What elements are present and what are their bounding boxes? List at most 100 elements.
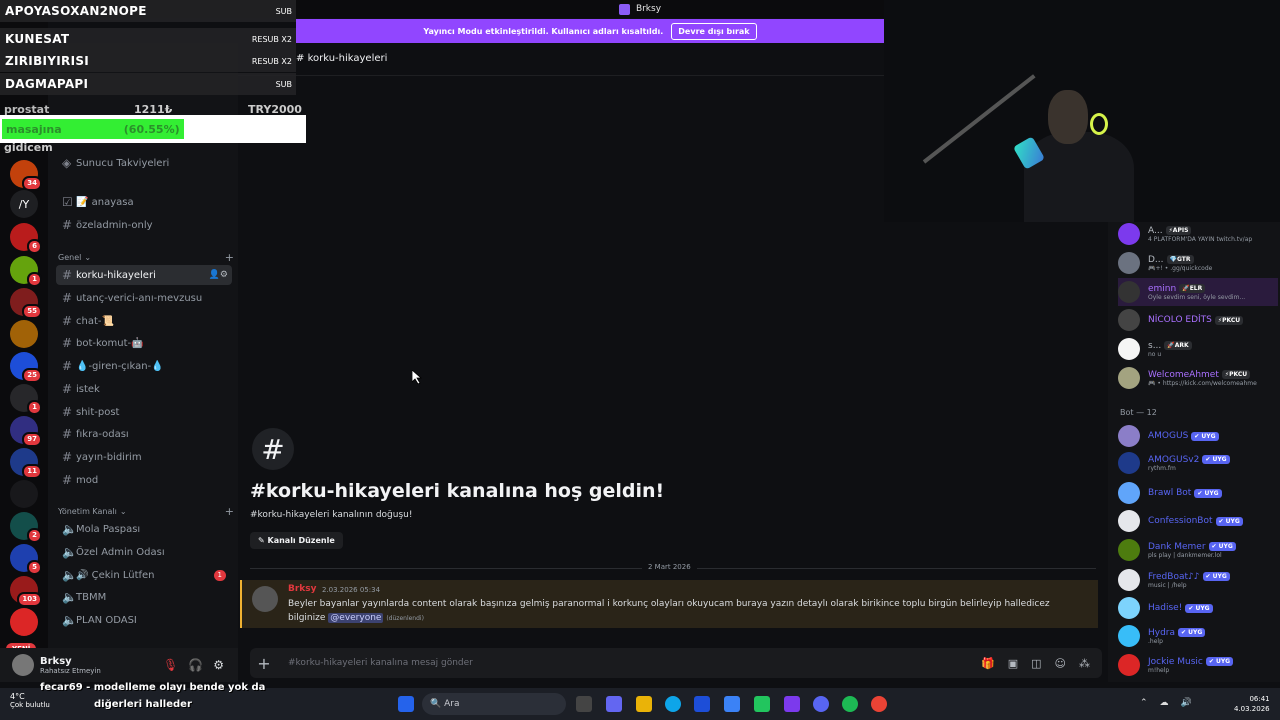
server-icon[interactable] bbox=[10, 320, 38, 348]
category-yonetim[interactable]: Yönetim Kanalı ⌄ + bbox=[58, 505, 234, 518]
server-icon[interactable]: 97 bbox=[10, 416, 42, 447]
headphones-muted-icon[interactable]: 🎧 bbox=[188, 658, 203, 672]
emoji-icon[interactable]: ☺ bbox=[1055, 657, 1066, 670]
avatar[interactable] bbox=[252, 586, 278, 612]
voice-channel[interactable]: 🔈 TBMM bbox=[56, 587, 232, 607]
channel-item[interactable]: # shit-post bbox=[56, 402, 232, 422]
username: Brksy bbox=[40, 655, 72, 667]
sidebar-item-boosts[interactable]: ◈ Sunucu Takviyeleri bbox=[56, 153, 232, 173]
member-item[interactable]: D... 💎GTR 🎮+! • .gg/quickcode bbox=[1118, 249, 1212, 277]
channel-item[interactable]: # chat-📜 bbox=[56, 311, 232, 331]
voice-channel[interactable]: 🔈 🔊 Çekin Lütfen 1 bbox=[56, 565, 232, 585]
mention-badge: 6 bbox=[27, 239, 42, 254]
invite-settings-icons[interactable]: 👤⚙ bbox=[209, 270, 232, 280]
member-item[interactable]: Jockie Music ✔ UYG m!help bbox=[1118, 651, 1234, 679]
member-item[interactable]: s... 🚀ARK no u bbox=[1118, 335, 1192, 363]
server-icon[interactable] bbox=[10, 608, 38, 636]
app-icon[interactable] bbox=[784, 696, 800, 712]
channel-korku-hikayeleri[interactable]: # korku-hikayeleri 👤⚙ bbox=[56, 265, 232, 285]
apps-icon[interactable]: ⁂ bbox=[1079, 657, 1090, 670]
category-genel[interactable]: Genel ⌄ + bbox=[58, 251, 234, 264]
voice-channel[interactable]: 🔈 Özel Admin Odası bbox=[56, 542, 232, 562]
member-item[interactable]: Hydra ✔ UYG .help bbox=[1118, 622, 1206, 650]
channel-item[interactable]: # 💧-giren-çıkan-💧 bbox=[56, 356, 232, 376]
member-item[interactable]: eminn 🚀ELR Öyle sevdim seni, öyle sevdim..… bbox=[1118, 278, 1278, 306]
server-icon[interactable]: /Y bbox=[10, 190, 38, 218]
server-icon[interactable]: 55 bbox=[10, 288, 42, 319]
discord-icon[interactable] bbox=[813, 696, 829, 712]
disable-streamer-mode-button[interactable]: Devre dışı bırak bbox=[671, 22, 757, 40]
member-name: Brawl Bot bbox=[1148, 488, 1192, 498]
spotify-icon[interactable] bbox=[842, 696, 858, 712]
server-icon[interactable]: 1 bbox=[10, 256, 42, 287]
chevron-up-icon[interactable]: ⌃ bbox=[1140, 698, 1148, 708]
gift-icon[interactable]: 🎁 bbox=[981, 657, 995, 670]
add-attachment-icon[interactable]: + bbox=[250, 654, 278, 673]
member-item[interactable]: NİCOLO EDİTS ⚡PKCU bbox=[1118, 306, 1244, 334]
sticker-icon[interactable]: ◫ bbox=[1031, 657, 1041, 670]
weather-widget[interactable]: 4°C Çok bulutlu bbox=[10, 692, 50, 709]
server-icon[interactable] bbox=[10, 480, 38, 508]
channel-label: 💧-giren-çıkan-💧 bbox=[76, 360, 164, 372]
network-icon[interactable]: ☁ bbox=[1160, 698, 1169, 708]
hash-icon: # bbox=[62, 268, 73, 282]
member-name: NİCOLO EDİTS bbox=[1148, 315, 1212, 325]
app-icon[interactable] bbox=[754, 696, 770, 712]
channel-ozeladmin[interactable]: # özeladmin-only bbox=[56, 215, 232, 235]
message-input[interactable]: #korku-hikayeleri kanalına mesaj gönder bbox=[288, 658, 473, 668]
message-composer[interactable]: + #korku-hikayeleri kanalına mesaj gönde… bbox=[250, 648, 1102, 678]
message-item[interactable]: Brksy 2.03.2026 05:34 Beyler bayanlar ya… bbox=[240, 580, 1098, 628]
member-item[interactable]: Dank Memer ✔ UYG pls play | dankmemer.lol bbox=[1118, 536, 1236, 564]
member-item[interactable]: A... ⚡APIS 4 PLATFORM'DA YAYIN twitch.tv/a… bbox=[1118, 220, 1252, 248]
channel-item[interactable]: # mod bbox=[56, 470, 232, 490]
gear-icon[interactable]: ⚙ bbox=[213, 658, 224, 672]
server-icon[interactable]: 25 bbox=[10, 352, 42, 383]
volume-icon[interactable]: 🔊 bbox=[1181, 698, 1192, 708]
member-item[interactable]: ConfessionBot ✔ UYG bbox=[1118, 507, 1243, 535]
gif-icon[interactable]: ▣ bbox=[1008, 657, 1018, 670]
server-icon[interactable]: 34 bbox=[10, 160, 42, 191]
member-item[interactable]: AMOGUSv2 ✔ UYG rythm.fm bbox=[1118, 449, 1230, 477]
taskbar-search[interactable]: 🔍 Ara bbox=[422, 693, 566, 715]
chrome-icon[interactable] bbox=[871, 696, 887, 712]
voice-channel[interactable]: 🔈 Mola Paspası bbox=[56, 519, 232, 539]
channel-item[interactable]: # utanç-verici-anı-mevzusu bbox=[56, 288, 232, 308]
welcome-subtitle: #korku-hikayeleri kanalının doğuşu! bbox=[250, 510, 413, 520]
channel-item[interactable]: # istek bbox=[56, 379, 232, 399]
edit-channel-button[interactable]: ✎ Kanalı Düzenle bbox=[250, 532, 343, 549]
channel-item[interactable]: # bot-komut-🤖 bbox=[56, 333, 232, 353]
clock[interactable]: 06:41 4.03.2026 bbox=[1234, 694, 1270, 714]
windows-start-icon[interactable] bbox=[398, 696, 414, 712]
store-icon[interactable] bbox=[694, 696, 710, 712]
voice-channel[interactable]: 🔈 PLAN ODASI bbox=[56, 610, 232, 630]
server-icon[interactable]: 1 bbox=[10, 384, 42, 415]
mail-icon[interactable] bbox=[724, 696, 740, 712]
server-icon[interactable]: 5 bbox=[10, 544, 42, 575]
member-item[interactable]: Hadise! ✔ UYG bbox=[1118, 594, 1213, 622]
member-item[interactable]: FredBoat♪♪ ✔ UYG music | /help bbox=[1118, 566, 1230, 594]
member-item[interactable]: Brawl Bot ✔ UYG bbox=[1118, 479, 1222, 507]
copilot-icon[interactable] bbox=[606, 696, 622, 712]
channel-anayasa[interactable]: ☑ 📝 anayasa bbox=[56, 192, 232, 212]
server-icon[interactable]: 2 bbox=[10, 512, 42, 543]
member-item[interactable]: WelcomeAhmet ⚡PKCU 🎮 • https://kick.com/we… bbox=[1118, 364, 1257, 392]
member-item[interactable]: AMOGUS ✔ UYG bbox=[1118, 422, 1219, 450]
channel-item[interactable]: # fıkra-odası bbox=[56, 424, 232, 444]
add-channel-icon[interactable]: + bbox=[225, 251, 234, 264]
server-icon[interactable]: 103 bbox=[10, 576, 42, 607]
boost-icon: ◈ bbox=[62, 156, 72, 170]
task-view-icon[interactable] bbox=[576, 696, 592, 712]
mention-everyone[interactable]: @everyone bbox=[328, 613, 384, 623]
channel-item[interactable]: # yayın-bidirim bbox=[56, 447, 232, 467]
pencil-icon: ✎ bbox=[258, 536, 268, 545]
avatar bbox=[1118, 510, 1140, 532]
mic-muted-icon[interactable]: 🎙 bbox=[163, 658, 178, 672]
edge-icon[interactable] bbox=[665, 696, 681, 712]
avatar[interactable] bbox=[12, 654, 34, 676]
server-icon[interactable]: 6 bbox=[10, 223, 42, 254]
add-channel-icon[interactable]: + bbox=[225, 505, 234, 518]
file-explorer-icon[interactable] bbox=[636, 696, 652, 712]
system-tray[interactable]: ⌃ ☁ 🔊 bbox=[1140, 698, 1192, 708]
message-author[interactable]: Brksy bbox=[288, 584, 317, 594]
server-icon[interactable]: 11 bbox=[10, 448, 42, 479]
